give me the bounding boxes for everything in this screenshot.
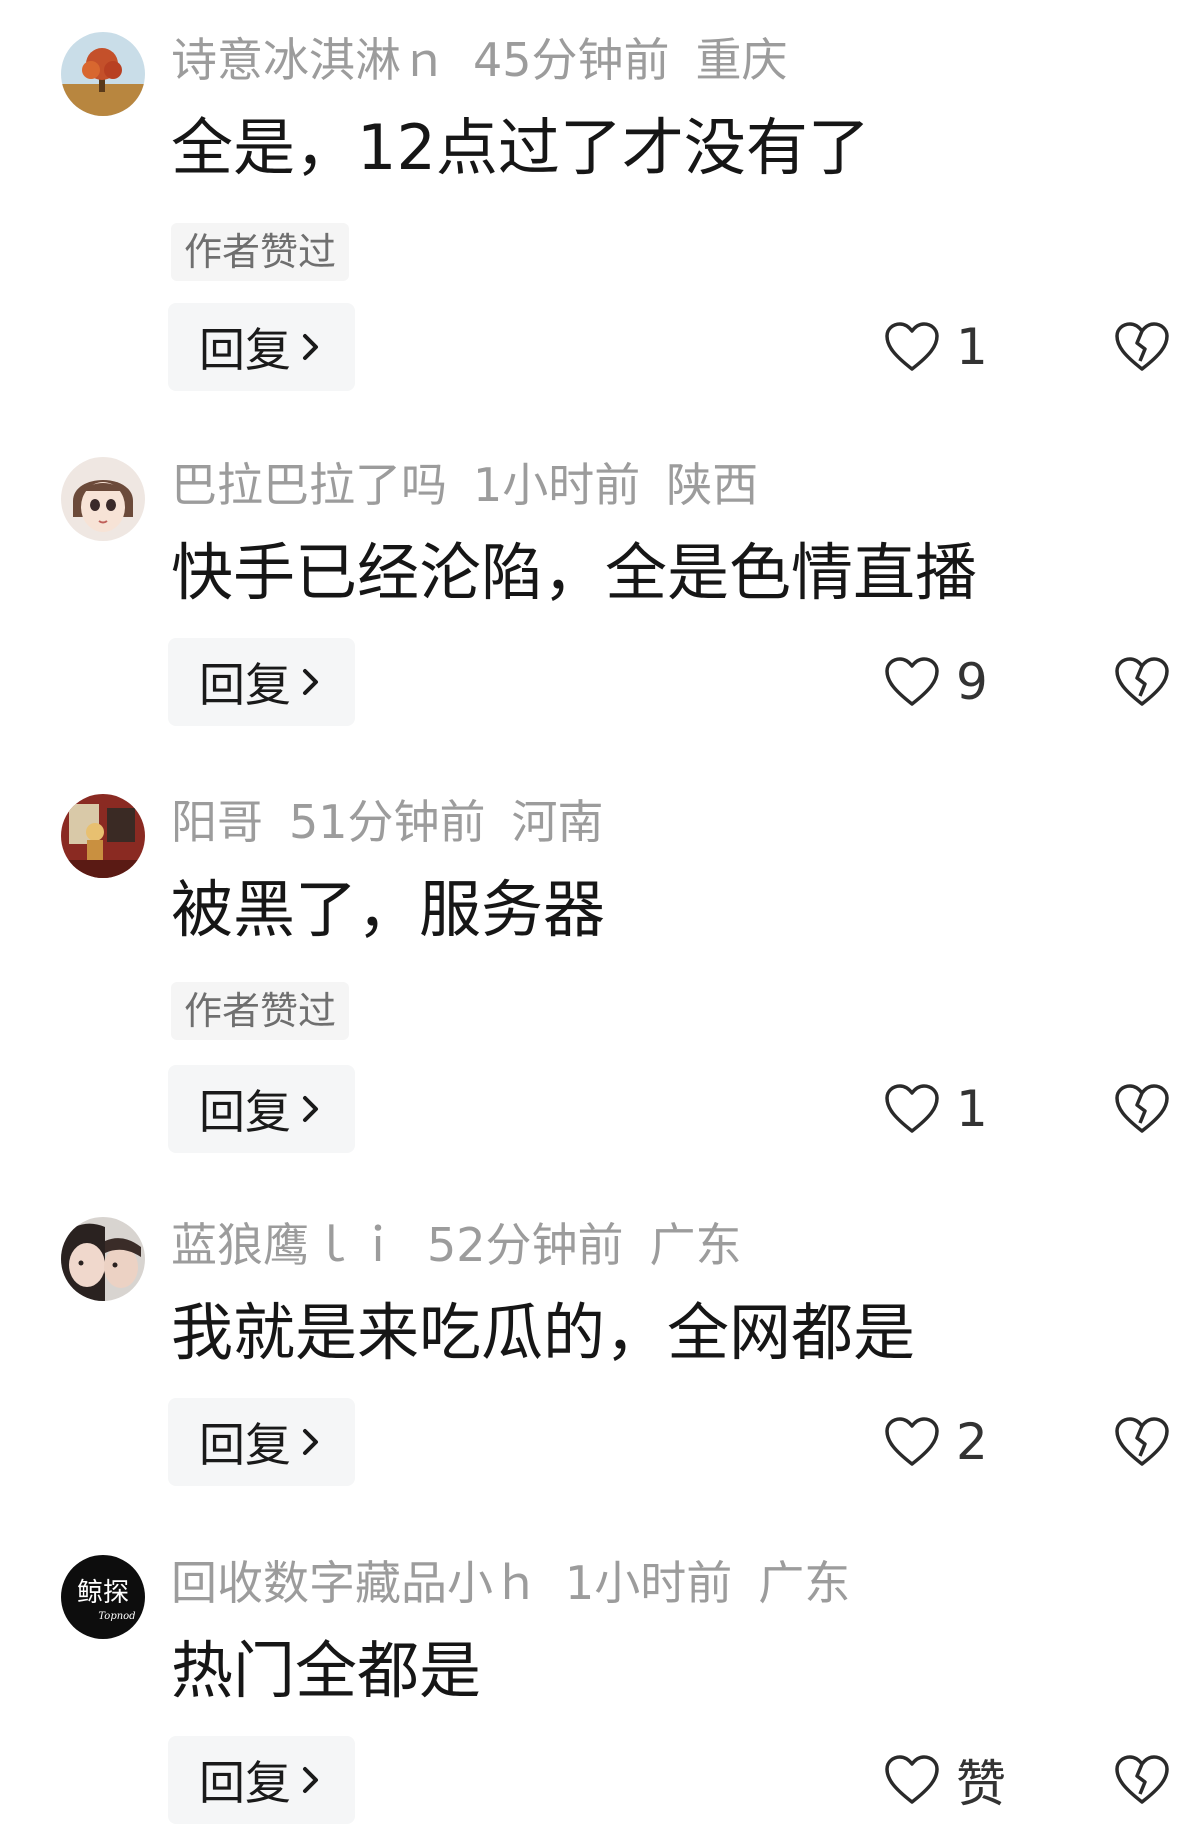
comment-time: 51分钟前	[289, 795, 486, 849]
like-button[interactable]: 1	[884, 1065, 988, 1153]
comment-meta: 蓝狼鹰ｌｉ 52分钟前 广东	[171, 1215, 768, 1275]
username[interactable]: 蓝狼鹰ｌｉ	[171, 1218, 401, 1272]
reply-label: 回复	[199, 658, 291, 712]
user-avatar[interactable]: 鲸探 Topnod	[61, 1555, 145, 1639]
like-count: 1	[956, 1080, 988, 1138]
heart-icon	[885, 322, 939, 371]
like-button[interactable]: 9	[884, 638, 988, 726]
chevron-right-icon	[303, 334, 318, 360]
heart-icon	[885, 1084, 939, 1133]
author-liked-tag: 作者赞过	[171, 223, 350, 281]
user-avatar[interactable]	[61, 1217, 145, 1301]
username[interactable]: 回收数字藏品小ｈ	[171, 1556, 539, 1610]
comment-location: 广东	[758, 1556, 851, 1610]
like-button[interactable]: 1	[884, 303, 988, 391]
selfie-avatar-icon	[61, 1217, 145, 1301]
reply-label: 回复	[199, 323, 291, 377]
chevron-right-icon	[303, 669, 318, 695]
dislike-button[interactable]	[1114, 1398, 1170, 1486]
reply-label: 回复	[199, 1756, 291, 1810]
broken-heart-icon	[1115, 322, 1169, 371]
reply-button[interactable]: 回复	[168, 1398, 355, 1486]
broken-heart-icon	[1115, 1084, 1169, 1133]
comment-location: 陕西	[666, 458, 759, 512]
comment-text: 我就是来吃瓜的，全网都是	[171, 1296, 916, 1369]
dislike-button[interactable]	[1114, 1736, 1170, 1824]
like-count: 2	[956, 1413, 988, 1471]
like-label: 赞	[956, 1755, 1006, 1813]
chevron-right-icon	[303, 1429, 318, 1455]
user-avatar[interactable]	[61, 32, 145, 116]
cartoon-girl-avatar-icon	[61, 457, 145, 541]
comment-time: 1小时前	[473, 458, 641, 512]
autumn-tree-avatar-icon	[61, 32, 145, 116]
username[interactable]: 阳哥	[171, 795, 263, 849]
chevron-right-icon	[303, 1767, 318, 1793]
heart-icon	[885, 1755, 939, 1804]
reply-button[interactable]: 回复	[168, 1736, 355, 1824]
logo-text: 鲸探	[77, 1578, 129, 1608]
user-avatar[interactable]	[61, 794, 145, 878]
username[interactable]: 巴拉巴拉了吗	[171, 458, 447, 512]
comment-location: 重庆	[695, 33, 788, 87]
broken-heart-icon	[1115, 657, 1169, 706]
dislike-button[interactable]	[1114, 638, 1170, 726]
author-liked-tag: 作者赞过	[171, 982, 350, 1040]
user-avatar[interactable]	[61, 457, 145, 541]
reply-label: 回复	[199, 1418, 291, 1472]
username[interactable]: 诗意冰淇淋ｎ	[171, 33, 447, 87]
broken-heart-icon	[1115, 1755, 1169, 1804]
like-count: 9	[956, 653, 988, 711]
like-button[interactable]: 赞	[884, 1736, 1006, 1824]
comment-time: 45分钟前	[473, 33, 670, 87]
comment-time: 1小时前	[565, 1556, 733, 1610]
comment-text: 被黑了，服务器	[171, 873, 606, 946]
chevron-right-icon	[303, 1096, 318, 1122]
comment-feed: 诗意冰淇淋ｎ 45分钟前 重庆 全是，12点过了才没有了 作者赞过 回复 1 巴…	[0, 0, 1199, 1824]
comment-meta: 回收数字藏品小ｈ 1小时前 广东	[171, 1553, 876, 1613]
like-button[interactable]: 2	[884, 1398, 988, 1486]
logo-avatar-icon: 鲸探 Topnod	[61, 1555, 145, 1639]
dislike-button[interactable]	[1114, 1065, 1170, 1153]
reply-button[interactable]: 回复	[168, 638, 355, 726]
comment-meta: 巴拉巴拉了吗 1小时前 陕西	[171, 455, 784, 515]
logo-subtext: Topnod	[98, 1611, 135, 1622]
room-photo-avatar-icon	[61, 794, 145, 878]
comment-meta: 诗意冰淇淋ｎ 45分钟前 重庆	[171, 30, 814, 90]
reply-button[interactable]: 回复	[168, 1065, 355, 1153]
heart-icon	[885, 1417, 939, 1466]
comment-location: 河南	[511, 795, 604, 849]
comment-text: 热门全都是	[171, 1634, 482, 1707]
comment-text: 快手已经沦陷，全是色情直播	[171, 536, 978, 609]
broken-heart-icon	[1115, 1417, 1169, 1466]
heart-icon	[885, 657, 939, 706]
comment-text: 全是，12点过了才没有了	[171, 111, 870, 184]
reply-button[interactable]: 回复	[168, 303, 355, 391]
reply-label: 回复	[199, 1085, 291, 1139]
comment-location: 广东	[649, 1218, 742, 1272]
like-count: 1	[956, 318, 988, 376]
comment-time: 52分钟前	[427, 1218, 624, 1272]
dislike-button[interactable]	[1114, 303, 1170, 391]
comment-meta: 阳哥 51分钟前 河南	[171, 792, 630, 852]
